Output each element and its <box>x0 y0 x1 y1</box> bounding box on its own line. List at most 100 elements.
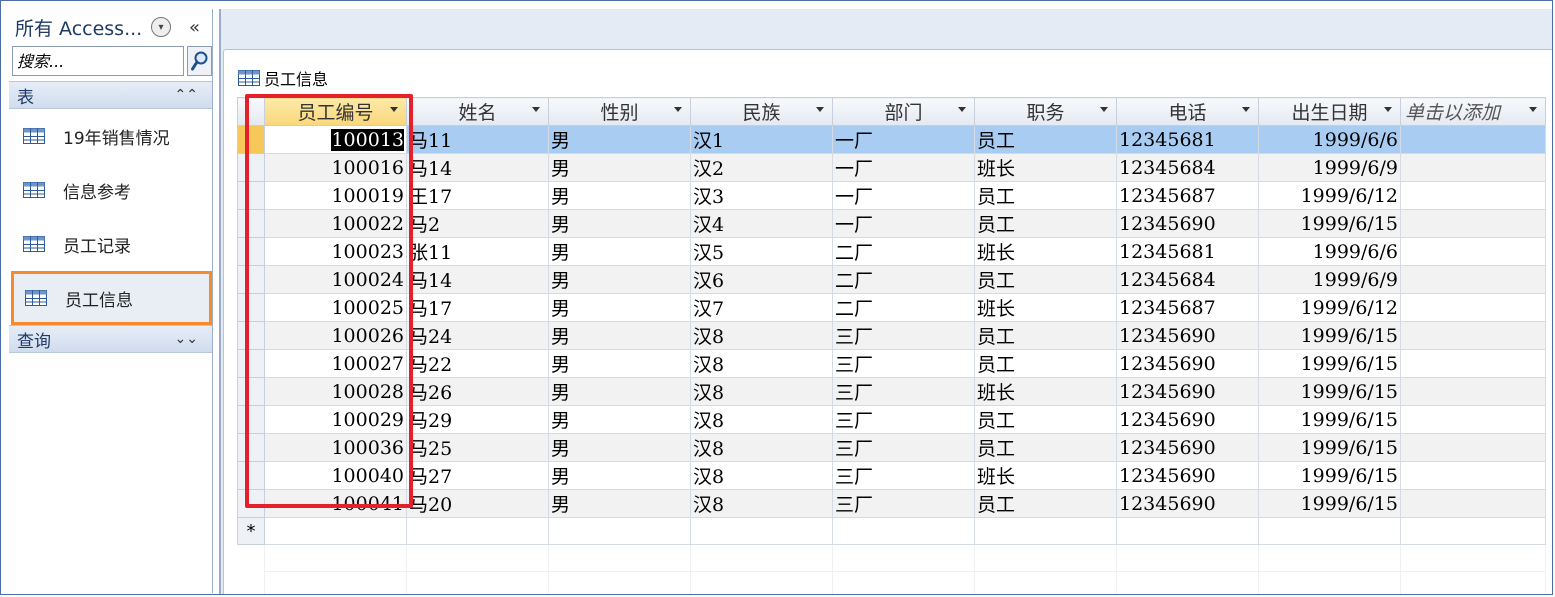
table-cell[interactable]: 汉4 <box>690 209 833 238</box>
table-cell[interactable]: 100040 <box>264 461 407 490</box>
table-cell[interactable]: 马17 <box>406 293 549 322</box>
table-cell[interactable]: 汉8 <box>690 349 833 378</box>
table-cell[interactable]: 男 <box>548 209 691 238</box>
column-header[interactable]: 民族 <box>690 97 833 126</box>
table-cell[interactable]: 12345690 <box>1116 433 1259 462</box>
table-cell[interactable] <box>1400 517 1546 545</box>
dropdown-arrow-icon[interactable] <box>1100 107 1108 112</box>
table-cell[interactable]: 班长 <box>974 293 1117 322</box>
table-cell[interactable]: 马14 <box>406 265 549 294</box>
table-cell[interactable]: 马22 <box>406 349 549 378</box>
table-cell[interactable]: 汉7 <box>690 293 833 322</box>
table-cell[interactable] <box>1400 321 1546 350</box>
table-cell[interactable]: 汉8 <box>690 321 833 350</box>
dropdown-arrow-icon[interactable] <box>958 107 966 112</box>
table-row[interactable]: 100024 马14 男汉6 二厂 员工 12345684 1999/6/9 <box>237 265 1546 294</box>
table-cell[interactable]: 男 <box>548 489 691 518</box>
record-selector[interactable] <box>237 405 265 434</box>
collapse-pane-icon[interactable]: « <box>189 17 200 38</box>
table-cell[interactable]: 1999/6/6 <box>1258 237 1401 266</box>
column-header[interactable]: 部门 <box>832 97 975 126</box>
dropdown-arrow-icon[interactable] <box>816 107 824 112</box>
column-header[interactable]: 出生日期 <box>1258 97 1401 126</box>
table-cell[interactable] <box>1400 181 1546 210</box>
table-cell[interactable] <box>1400 489 1546 518</box>
dropdown-arrow-icon[interactable] <box>1384 107 1392 112</box>
table-cell[interactable]: 1999/6/9 <box>1258 153 1401 182</box>
table-row[interactable]: 100036 马25 男汉8 三厂 员工 12345690 1999/6/15 <box>237 433 1546 462</box>
nav-item-employee-info[interactable]: 员工信息 <box>11 271 212 325</box>
record-selector[interactable] <box>237 293 265 322</box>
column-header[interactable]: 性别 <box>548 97 691 126</box>
nav-item-employee-records[interactable]: 员工记录 <box>9 217 212 271</box>
table-row[interactable]: 100040 马27 男汉8 三厂 班长 12345690 1999/6/15 <box>237 461 1546 490</box>
table-cell[interactable]: 男 <box>548 433 691 462</box>
record-selector[interactable] <box>237 349 265 378</box>
table-row[interactable]: 100023 张11 男汉5 二厂 班长 12345681 1999/6/6 <box>237 237 1546 266</box>
table-cell[interactable]: 100022 <box>264 209 407 238</box>
table-cell[interactable] <box>1400 377 1546 406</box>
table-cell[interactable]: 100026 <box>264 321 407 350</box>
table-cell[interactable]: 二厂 <box>832 265 975 294</box>
column-header[interactable]: 电话 <box>1116 97 1259 126</box>
table-cell[interactable]: 员工 <box>974 433 1117 462</box>
table-row[interactable]: 100028 马26 男汉8 三厂 班长 12345690 1999/6/15 <box>237 377 1546 406</box>
table-cell[interactable] <box>548 517 691 545</box>
table-cell[interactable]: 马2 <box>406 209 549 238</box>
record-selector[interactable] <box>237 265 265 294</box>
table-cell[interactable]: 马27 <box>406 461 549 490</box>
table-cell[interactable]: 马25 <box>406 433 549 462</box>
record-selector[interactable] <box>237 377 265 406</box>
table-cell[interactable]: 12345681 <box>1116 237 1259 266</box>
table-row[interactable]: 100029 马29 男汉8 三厂 员工 12345690 1999/6/15 <box>237 405 1546 434</box>
table-cell[interactable] <box>1400 237 1546 266</box>
table-cell[interactable]: 1999/6/15 <box>1258 433 1401 462</box>
table-cell[interactable] <box>1400 125 1546 154</box>
table-cell[interactable]: 班长 <box>974 153 1117 182</box>
record-selector[interactable] <box>237 237 265 266</box>
table-cell[interactable]: 员工 <box>974 181 1117 210</box>
table-cell[interactable]: 100029 <box>264 405 407 434</box>
table-row[interactable]: 100019 王17 男汉3 一厂 员工 12345687 1999/6/12 <box>237 181 1546 210</box>
table-cell[interactable]: 1999/6/15 <box>1258 321 1401 350</box>
table-cell[interactable]: 100019 <box>264 181 407 210</box>
table-cell[interactable]: 1999/6/15 <box>1258 209 1401 238</box>
table-cell[interactable]: 三厂 <box>832 461 975 490</box>
table-cell[interactable] <box>1116 517 1259 545</box>
table-cell[interactable]: 男 <box>548 321 691 350</box>
nav-title[interactable]: 所有 Access... <box>15 14 151 41</box>
record-selector[interactable] <box>237 209 265 238</box>
table-cell[interactable]: 汉8 <box>690 461 833 490</box>
table-cell[interactable] <box>264 517 407 545</box>
table-cell[interactable]: 三厂 <box>832 349 975 378</box>
table-cell[interactable] <box>1400 293 1546 322</box>
table-cell[interactable]: 100025 <box>264 293 407 322</box>
table-cell[interactable]: 100024 <box>264 265 407 294</box>
table-cell[interactable]: 100016 <box>264 153 407 182</box>
dropdown-arrow-icon[interactable] <box>1242 107 1250 112</box>
table-cell[interactable]: 员工 <box>974 349 1117 378</box>
table-cell[interactable]: 马14 <box>406 153 549 182</box>
table-cell[interactable]: 1999/6/15 <box>1258 349 1401 378</box>
table-cell[interactable]: 员工 <box>974 489 1117 518</box>
table-cell[interactable]: 马20 <box>406 489 549 518</box>
record-selector[interactable] <box>237 153 265 182</box>
table-cell[interactable]: 二厂 <box>832 293 975 322</box>
table-cell[interactable] <box>1400 153 1546 182</box>
table-cell[interactable] <box>690 517 833 545</box>
table-row[interactable]: 100027 马22 男汉8 三厂 员工 12345690 1999/6/15 <box>237 349 1546 378</box>
table-cell[interactable]: 男 <box>548 153 691 182</box>
table-cell[interactable] <box>1400 461 1546 490</box>
table-cell[interactable]: 100028 <box>264 377 407 406</box>
nav-header[interactable]: 所有 Access... ▾ « <box>9 9 212 45</box>
table-cell[interactable]: 12345690 <box>1116 377 1259 406</box>
table-cell[interactable]: 员工 <box>974 209 1117 238</box>
table-cell[interactable]: 汉8 <box>690 489 833 518</box>
table-row[interactable]: 100025 马17 男汉7 二厂 班长 12345687 1999/6/12 <box>237 293 1546 322</box>
table-cell[interactable] <box>1258 517 1401 545</box>
table-cell[interactable]: 12345687 <box>1116 181 1259 210</box>
nav-item-info-reference[interactable]: 信息参考 <box>9 163 212 217</box>
table-cell[interactable] <box>974 517 1117 545</box>
table-cell[interactable]: 12345690 <box>1116 321 1259 350</box>
table-row[interactable]: 100041 马20 男汉8 三厂 员工 12345690 1999/6/15 <box>237 489 1546 518</box>
